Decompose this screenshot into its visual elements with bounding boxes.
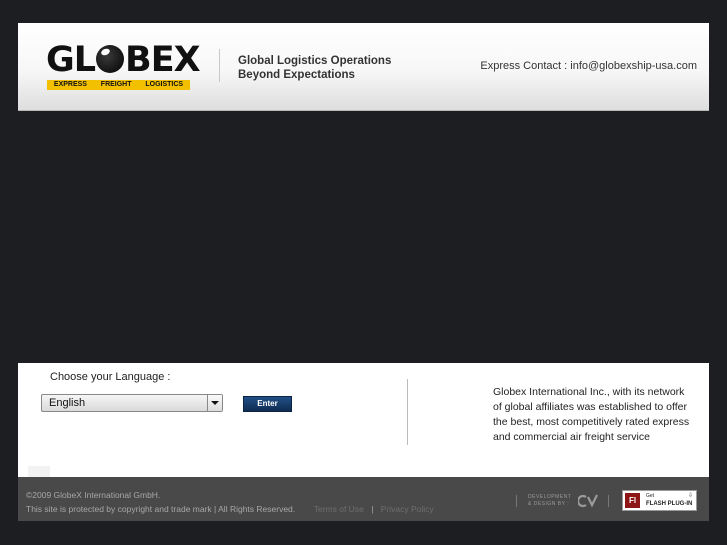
language-panel: Choose your Language : English Enter Glo… [18,363,709,477]
footer-link-separator: | [371,504,374,514]
header-divider [219,49,220,82]
tagline-line2: Beyond Expectations [238,69,355,81]
privacy-policy-link[interactable]: Privacy Policy [381,504,434,514]
logo-band-freight: FREIGHT [100,81,132,88]
globex-logo[interactable]: GL BEX EXPRESS FREIGHT LOGISTICS [46,40,201,90]
language-select[interactable]: English [41,394,223,412]
download-arrow-icon: ⇩ [687,493,693,499]
site-footer: ©2009 GlobeX International GmbH. This si… [18,477,709,521]
site-header: GL BEX EXPRESS FREIGHT LOGISTICS Global L… [18,23,709,111]
get-flash-plugin-button[interactable]: Fl Get FLASH PLUG-IN ⇩ [622,490,697,511]
flash-get-label: Get [646,493,655,499]
cv-logo-icon[interactable] [578,494,598,508]
language-label: Choose your Language : [50,371,171,383]
footer-divider-left [516,495,517,507]
logo-band-logistics: LOGISTICS [145,81,184,88]
chevron-down-icon[interactable] [207,395,222,411]
development-label-line1: DEVELOPMENT [528,494,572,500]
terms-of-use-link[interactable]: Terms of Use [314,504,364,514]
about-text: Globex International Inc., with its netw… [493,386,690,443]
footer-divider-right [608,495,609,507]
tagline-line1: Global Logistics Operations [238,55,392,67]
logo-band: EXPRESS FREIGHT LOGISTICS [47,80,190,90]
development-label-line2: & DESIGN BY : [528,501,570,507]
rights-text: This site is protected by copyright and … [26,504,296,514]
logo-band-express: EXPRESS [53,81,87,88]
tagline: Global Logistics Operations Beyond Expec… [238,54,391,82]
globe-icon [96,45,125,73]
development-label: DEVELOPMENT & DESIGN BY : [528,494,571,508]
copyright-text: ©2009 GlobeX International GmbH. [26,490,161,500]
panel-tab [28,466,50,477]
rights-line: This site is protected by copyright and … [26,504,434,514]
enter-button[interactable]: Enter [243,396,292,412]
flash-plugin-label: FLASH PLUG-IN [646,501,693,507]
logo-wordmark: GL BEX [46,40,201,80]
express-contact: Express Contact : info@globexship-usa.co… [480,60,697,72]
panel-divider [407,379,408,445]
flash-icon: Fl [625,493,640,508]
language-select-value: English [49,397,86,409]
